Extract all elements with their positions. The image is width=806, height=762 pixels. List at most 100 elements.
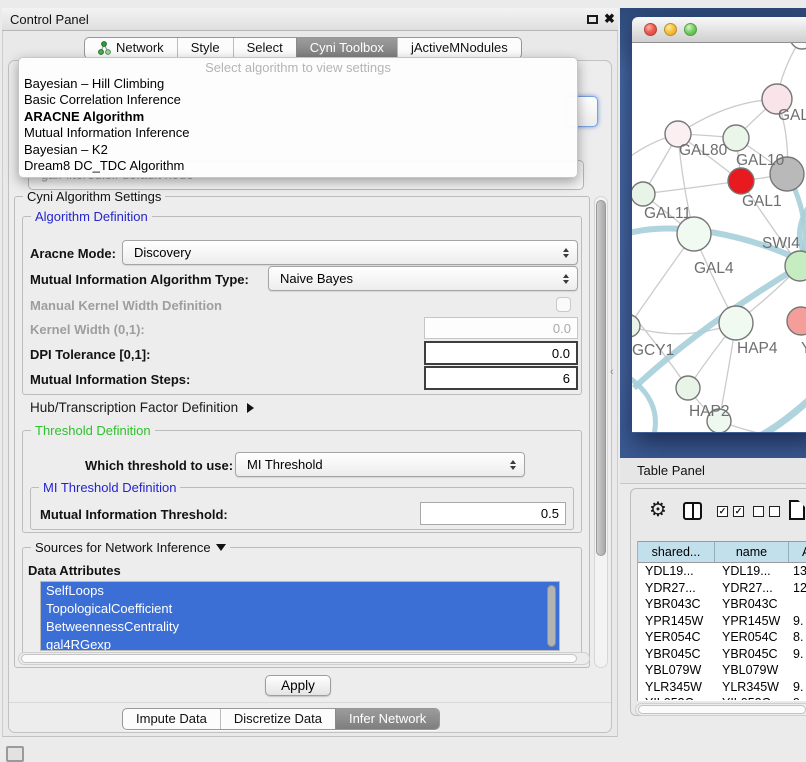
network-node[interactable] [677, 217, 711, 251]
table-settings-gear-icon[interactable]: ⚙ [649, 497, 667, 522]
algorithm-option-aracne-algorithm[interactable]: ARACNE Algorithm [19, 109, 577, 125]
network-node[interactable] [728, 168, 754, 194]
control-panel-title: Control Panel [2, 12, 89, 27]
table-horizontal-scrollbar[interactable] [635, 703, 806, 716]
table-header: shared...nameA [638, 541, 806, 563]
algorithm-option-bayesian-k2[interactable]: Bayesian – K2 [19, 142, 577, 158]
mi-threshold-field[interactable]: 0.5 [420, 502, 566, 525]
mi-steps-field[interactable]: 6 [424, 366, 578, 390]
zoom-window-button[interactable] [684, 23, 697, 36]
network-node[interactable] [676, 376, 700, 400]
network-node-label: GAL80 [679, 142, 728, 159]
deselect-all-checkbox-icon[interactable] [753, 506, 764, 517]
table-cell: YIL052C [715, 695, 789, 700]
close-panel-icon[interactable]: ✖ [604, 11, 615, 27]
network-node-label: HAP2 [689, 403, 730, 420]
settings-vertical-scrollbar[interactable] [594, 196, 608, 668]
attribute-item-topologicalcoefficient[interactable]: TopologicalCoefficient [41, 600, 559, 618]
algorithm-option-mutual-information-inference[interactable]: Mutual Information Inference [19, 125, 577, 141]
algorithm-option-dream8-dc-tdc-algorithm[interactable]: Dream8 DC_TDC Algorithm [19, 158, 577, 174]
hub-definition-label: Hub/Transcription Factor Definition [30, 400, 238, 415]
select-all-checkbox-icon[interactable]: ✓ [717, 506, 728, 517]
mi-algorithm-type-value: Naive Bayes [280, 271, 353, 286]
table-row[interactable]: YDR27...YDR27...12 [638, 580, 806, 597]
attribute-item-betweennesscentrality[interactable]: BetweennessCentrality [41, 618, 559, 636]
table-cell: 9. [789, 613, 806, 630]
manual-kernel-width-label: Manual Kernel Width Definition [30, 298, 222, 313]
tab-style[interactable]: Style [177, 38, 233, 58]
which-threshold-combobox[interactable]: MI Threshold [235, 452, 525, 477]
tab-network[interactable]: Network [85, 38, 177, 58]
table-row[interactable]: YDL19...YDL19...13 [638, 563, 806, 580]
network-graph[interactable]: GALGAL80GAL10GAL1GAL11SWI4GAL4GCY1HAP4YH… [632, 43, 806, 432]
table-row[interactable]: YBR045CYBR045C9. [638, 646, 806, 663]
table-cell: YLR345W [715, 679, 789, 696]
table-cell [789, 662, 806, 679]
algorithm-dropdown-placeholder: Select algorithm to view settings [19, 59, 577, 76]
network-node[interactable] [787, 307, 806, 335]
tab-label: Cyni Toolbox [310, 38, 384, 58]
sources-group-title[interactable]: Sources for Network Inference [31, 540, 230, 555]
kernel-width-field[interactable]: 0.0 [424, 317, 578, 339]
table-row[interactable]: YIL052CYIL052C9 [638, 695, 806, 700]
dpi-tolerance-field[interactable]: 0.0 [424, 341, 578, 365]
column-header-shared[interactable]: shared... [638, 542, 715, 562]
scrollbar-thumb[interactable] [596, 200, 606, 556]
tab-discretize-data[interactable]: Discretize Data [220, 709, 335, 729]
attribute-item-gal4rgexp[interactable]: gal4RGexp [41, 636, 559, 651]
data-attributes-list[interactable]: SelfLoopsTopologicalCoefficientBetweenne… [40, 581, 560, 651]
table-row[interactable]: YLR345WYLR345W9. [638, 679, 806, 696]
network-view-window: GALGAL80GAL10GAL1GAL11SWI4GAL4GCY1HAP4YH… [632, 17, 806, 433]
network-edge[interactable] [762, 388, 806, 432]
settings-horizontal-scrollbar[interactable] [18, 652, 590, 665]
network-canvas[interactable]: GALGAL80GAL10GAL1GAL11SWI4GAL4GCY1HAP4YH… [632, 43, 806, 432]
close-window-button[interactable] [644, 23, 657, 36]
column-header-name[interactable]: name [715, 542, 789, 562]
scrollbar-thumb[interactable] [638, 705, 806, 714]
algorithm-option-basic-correlation-inference[interactable]: Basic Correlation Inference [19, 92, 577, 108]
table-cell: 13 [789, 563, 806, 580]
network-node[interactable] [719, 306, 753, 340]
table-cell: YDL19... [715, 563, 789, 580]
manual-kernel-width-checkbox[interactable] [556, 297, 571, 312]
network-edge[interactable] [643, 181, 741, 194]
tab-select[interactable]: Select [233, 38, 296, 58]
mi-algorithm-type-combobox[interactable]: Naive Bayes [268, 266, 578, 291]
data-attributes-label: Data Attributes [28, 563, 121, 578]
table-cell: YLR345W [638, 679, 715, 696]
split-columns-icon[interactable] [683, 502, 702, 520]
cyni-mode-tabbar: Impute DataDiscretize DataInfer Network [122, 708, 440, 730]
scrollbar-thumb[interactable] [21, 654, 577, 663]
algorithm-option-bayesian-hill-climbing[interactable]: Bayesian – Hill Climbing [19, 76, 577, 92]
tab-jactivemnodules[interactable]: jActiveMNodules [397, 38, 521, 58]
hub-definition-expander[interactable]: Hub/Transcription Factor Definition [30, 400, 254, 415]
network-node[interactable] [790, 43, 806, 49]
tab-label: Style [191, 38, 220, 58]
aracne-mode-value: Discovery [134, 245, 191, 260]
table-row[interactable]: YBL079WYBL079W [638, 662, 806, 679]
export-table-icon[interactable] [789, 500, 805, 520]
minimize-window-button[interactable] [664, 23, 677, 36]
threshold-definition-title: Threshold Definition [31, 423, 155, 438]
network-node-label: GAL1 [742, 193, 782, 210]
table-row[interactable]: YER054CYER054C8. [638, 629, 806, 646]
minimized-panel-icon[interactable] [6, 746, 24, 762]
tab-label: Network [116, 38, 164, 58]
apply-button[interactable]: Apply [265, 675, 331, 696]
aracne-mode-combobox[interactable]: Discovery [122, 240, 578, 265]
table-row[interactable]: YPR145WYPR145W9. [638, 613, 806, 630]
splitpane-collapse-icon[interactable]: ‹ [610, 366, 614, 378]
table-cell: 9. [789, 679, 806, 696]
deselect-all-checkbox-icon[interactable] [769, 506, 780, 517]
tab-impute-data[interactable]: Impute Data [123, 709, 220, 729]
network-node[interactable] [632, 182, 655, 206]
column-header-a[interactable]: A [789, 542, 806, 562]
attribute-item-selfloops[interactable]: SelfLoops [41, 582, 559, 600]
tab-cyni-toolbox[interactable]: Cyni Toolbox [296, 38, 397, 58]
float-window-icon[interactable] [587, 15, 598, 24]
tab-infer-network[interactable]: Infer Network [335, 709, 439, 729]
network-node[interactable] [632, 315, 640, 337]
attributes-scrollbar[interactable] [547, 585, 556, 647]
select-all-checkbox-icon[interactable]: ✓ [733, 506, 744, 517]
table-row[interactable]: YBR043CYBR043C [638, 596, 806, 613]
